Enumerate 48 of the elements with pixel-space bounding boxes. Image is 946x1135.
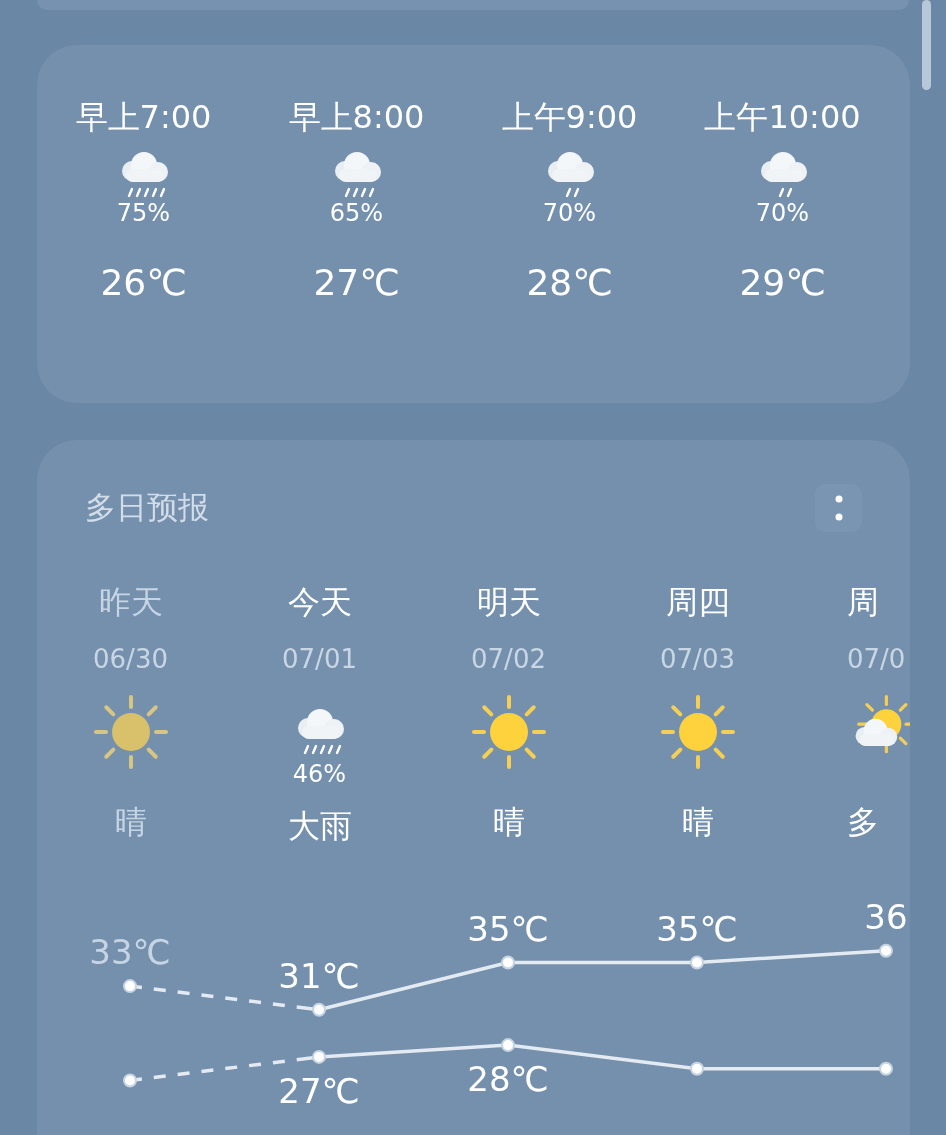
low-temperature: 28℃ xyxy=(467,1059,549,1100)
hour-temperature: 27℃ xyxy=(313,261,400,305)
precip-chance: 65% xyxy=(329,199,384,227)
data-point xyxy=(501,955,515,970)
precip-chance: 70% xyxy=(542,199,597,227)
low-temperature: 27℃ xyxy=(278,1070,360,1111)
data-point xyxy=(690,1061,704,1076)
weather-condition: 多 xyxy=(847,802,879,842)
high-temperature: 31℃ xyxy=(278,955,360,996)
data-point xyxy=(690,955,704,970)
data-point xyxy=(879,1061,893,1076)
precip-chance: 46% xyxy=(292,760,347,788)
data-point xyxy=(312,1002,326,1017)
day-date: 06/30 xyxy=(93,643,168,676)
day-date: 07/02 xyxy=(471,643,546,676)
data-point xyxy=(501,1038,515,1053)
hour-label: 早上8:00 xyxy=(288,97,425,137)
weather-condition: 大雨 xyxy=(287,806,352,846)
precip-chance: 75% xyxy=(116,199,171,227)
weather-condition: 晴 xyxy=(681,802,714,842)
data-point xyxy=(879,943,893,958)
more-icon xyxy=(834,493,843,523)
high-temperature: 33℃ xyxy=(89,932,171,973)
precip-chance: 70% xyxy=(755,199,810,227)
day-name: 昨天 xyxy=(98,582,163,622)
data-point xyxy=(123,979,137,994)
high-temperature: 35℃ xyxy=(467,908,549,949)
weather-condition: 晴 xyxy=(114,802,147,842)
day-name: 周 xyxy=(847,582,879,622)
day-name: 周四 xyxy=(665,582,730,622)
hour-temperature: 29℃ xyxy=(739,261,826,305)
day-date: 07/03 xyxy=(660,643,735,676)
day-date: 07/01 xyxy=(282,643,357,676)
hour-temperature: 28℃ xyxy=(526,261,613,305)
hour-label: 上午9:00 xyxy=(501,97,638,137)
day-name: 今天 xyxy=(287,582,352,622)
weather-condition: 晴 xyxy=(492,802,525,842)
high-temperature: 35℃ xyxy=(656,908,738,949)
day-name: 明天 xyxy=(476,582,541,622)
high-temperature: 36 xyxy=(864,896,908,937)
hour-temperature: 26℃ xyxy=(100,261,187,305)
hour-label: 早上7:00 xyxy=(75,97,212,137)
day-date: 07/0 xyxy=(847,643,906,676)
data-point xyxy=(123,1073,137,1088)
data-point xyxy=(312,1049,326,1064)
more-button[interactable] xyxy=(815,484,862,532)
hour-label: 上午10:00 xyxy=(704,97,861,137)
card-title: 多日预报 xyxy=(85,488,209,527)
